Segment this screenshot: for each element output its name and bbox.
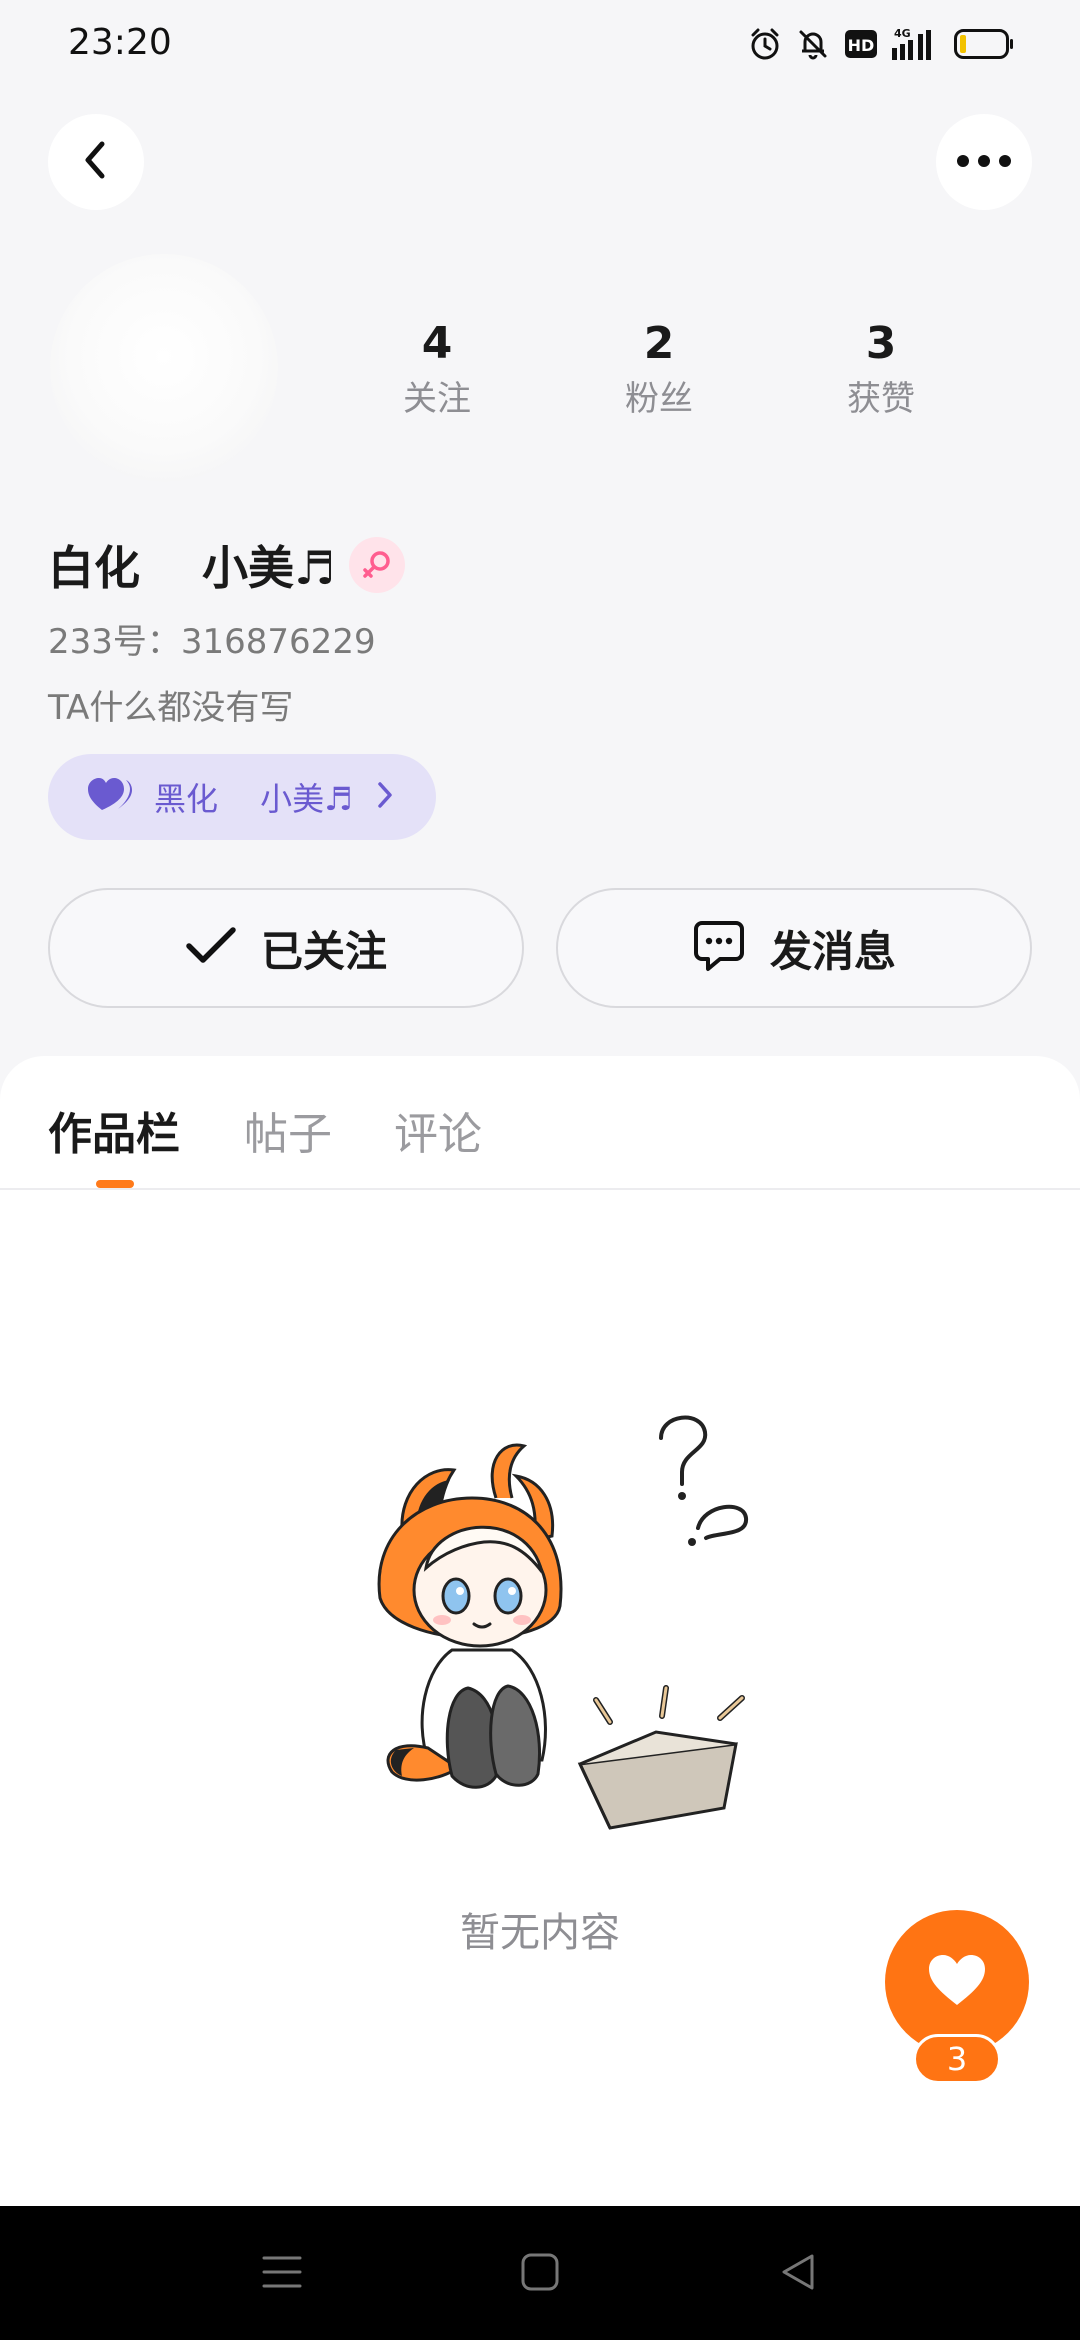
checkmark-icon bbox=[185, 926, 237, 970]
relation-chip[interactable]: 黑化 小美♬ bbox=[48, 754, 436, 840]
triangle-back-icon bbox=[778, 2252, 818, 2296]
square-home-icon bbox=[520, 2252, 560, 2296]
likes-label: 获赞 bbox=[847, 379, 915, 419]
status-bar: 23:20 HD 4G bbox=[0, 0, 1080, 96]
followed-label: 已关注 bbox=[260, 926, 387, 976]
send-message-label: 发消息 bbox=[769, 926, 896, 976]
stat-likes[interactable]: 3 获赞 bbox=[801, 312, 961, 424]
more-dots-icon bbox=[956, 153, 1012, 172]
chat-bubble-icon bbox=[692, 919, 746, 977]
hd-label: HD bbox=[848, 36, 875, 55]
mute-bell-icon bbox=[796, 27, 830, 61]
nav-menu-button[interactable] bbox=[252, 2246, 312, 2302]
likes-count: 3 bbox=[865, 318, 897, 369]
fans-label: 粉丝 bbox=[625, 379, 693, 419]
status-icons: HD 4G bbox=[748, 26, 1014, 62]
battery-icon bbox=[954, 29, 1014, 59]
relation-text: 黑化 小美♬ bbox=[154, 780, 353, 818]
hd-icon: HD bbox=[844, 29, 878, 59]
followed-button[interactable]: 已关注 bbox=[48, 888, 524, 1008]
nickname-row: 白化 小美♬ bbox=[48, 532, 406, 598]
signal-icon: 4G bbox=[892, 26, 940, 62]
tab-bar: 作品栏 帖子 评论 bbox=[0, 1056, 1080, 1190]
menu-lines-icon bbox=[262, 2254, 302, 2294]
avatar[interactable] bbox=[50, 254, 278, 482]
double-heart-icon bbox=[88, 778, 136, 816]
nav-home-button[interactable] bbox=[510, 2246, 570, 2302]
empty-state-illustration bbox=[377, 1415, 748, 1830]
more-button[interactable] bbox=[936, 114, 1032, 210]
chevron-right-icon bbox=[375, 780, 395, 814]
tab-comments[interactable]: 评论 bbox=[394, 1098, 482, 1162]
bio: TA什么都没有写 bbox=[48, 688, 294, 728]
account-id: 233号：316876229 bbox=[48, 622, 376, 662]
following-label: 关注 bbox=[403, 379, 471, 419]
profile-page: 23:20 HD 4G 4 关注 2 粉丝 3 获赞 白化 小美♬ 233号：3… bbox=[0, 0, 1080, 2340]
network-label: 4G bbox=[894, 27, 911, 40]
tab-works[interactable]: 作品栏 bbox=[48, 1098, 180, 1162]
stat-following[interactable]: 4 关注 bbox=[357, 312, 517, 424]
like-button[interactable] bbox=[885, 1910, 1029, 2054]
nav-back-button[interactable] bbox=[768, 2246, 828, 2302]
nickname: 白化 小美♬ bbox=[48, 541, 336, 595]
like-count-badge: 3 bbox=[913, 2034, 1001, 2084]
female-gender-icon bbox=[349, 537, 406, 593]
chevron-left-icon bbox=[76, 138, 116, 186]
alarm-icon bbox=[748, 27, 782, 61]
heart-icon bbox=[927, 1953, 987, 2011]
fans-count: 2 bbox=[643, 318, 675, 369]
status-time: 23:20 bbox=[68, 22, 172, 63]
stat-fans[interactable]: 2 粉丝 bbox=[579, 312, 739, 424]
tab-posts[interactable]: 帖子 bbox=[244, 1098, 332, 1162]
send-message-button[interactable]: 发消息 bbox=[556, 888, 1032, 1008]
following-count: 4 bbox=[421, 318, 453, 369]
system-nav-bar bbox=[0, 2206, 1080, 2340]
active-tab-indicator bbox=[96, 1180, 134, 1188]
back-button[interactable] bbox=[48, 114, 144, 210]
